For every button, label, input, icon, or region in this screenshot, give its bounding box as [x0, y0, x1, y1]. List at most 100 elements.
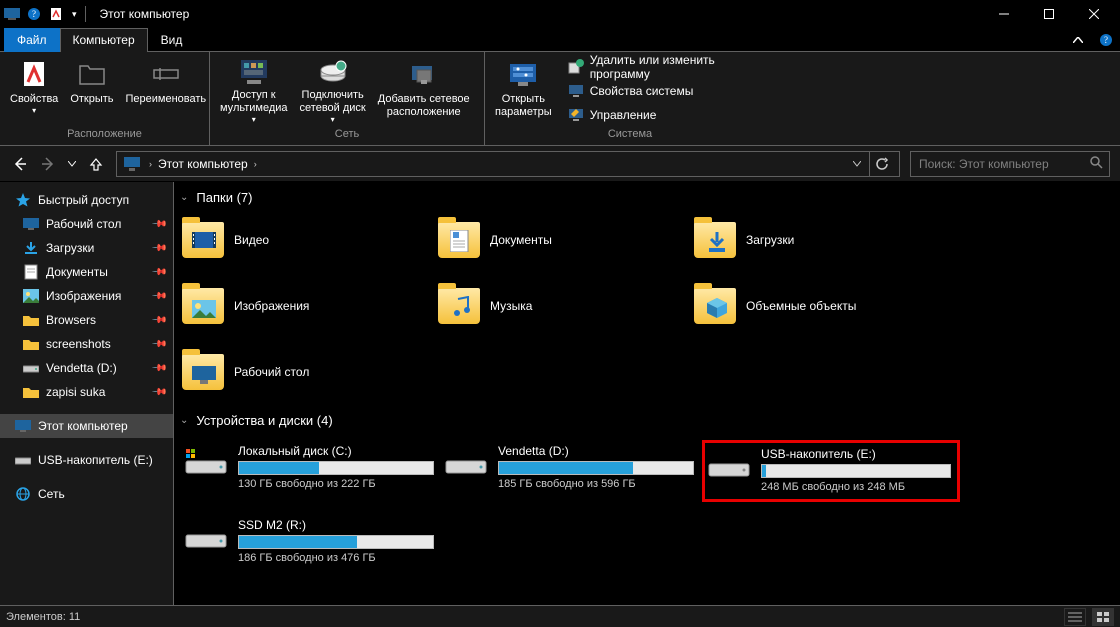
collapse-ribbon-button[interactable] [1064, 28, 1092, 52]
sidebar-vendetta[interactable]: Vendetta (D:)📌 [0, 356, 173, 380]
fill-c [239, 462, 319, 474]
window-title: Этот компьютер [100, 7, 190, 21]
view-details-button[interactable] [1064, 608, 1086, 626]
folder-music[interactable]: Музыка [438, 283, 688, 329]
media-icon [239, 58, 269, 86]
collapse-chevron-icon: ⌄ [180, 415, 188, 426]
music-folder-icon [438, 288, 480, 324]
open-settings-button[interactable]: Открыть параметры [489, 54, 558, 128]
pin-icon: 📌 [150, 360, 167, 377]
this-pc-icon [123, 155, 141, 173]
downloads-folder-icon [694, 222, 736, 258]
drive-d[interactable]: Vendetta (D:) 185 ГБ свободно из 596 ГБ [442, 440, 700, 502]
group-network-title: Сеть [214, 128, 480, 143]
media-access-button[interactable]: Доступ к мультимедиа ▾ [214, 54, 294, 128]
pictures-folder-icon [182, 288, 224, 324]
drives-group-header[interactable]: ⌄ Устройства и диски (4) [174, 405, 1120, 436]
ssd-drive-icon [184, 518, 228, 554]
this-pc-icon [14, 417, 32, 435]
system-props-link[interactable]: Свойства системы [564, 80, 765, 102]
nav-up-button[interactable] [86, 154, 106, 174]
pin-icon: 📌 [150, 240, 167, 257]
map-drive-icon [318, 58, 348, 86]
folder-downloads[interactable]: Загрузки [694, 217, 944, 263]
app-icon [4, 6, 20, 22]
help-button[interactable]: ? [1092, 28, 1120, 52]
folder-desktop[interactable]: Рабочий стол [182, 349, 432, 395]
refresh-button[interactable] [869, 152, 893, 176]
capacity-bar [761, 464, 951, 478]
minimize-button[interactable] [981, 1, 1026, 27]
quick-access-icon [14, 191, 32, 209]
pin-icon: 📌 [150, 216, 167, 233]
tab-file[interactable]: Файл [4, 28, 60, 52]
pin-icon: 📌 [150, 384, 167, 401]
sidebar-browsers[interactable]: Browsers📌 [0, 308, 173, 332]
capacity-bar [498, 461, 694, 475]
pin-icon: 📌 [150, 336, 167, 353]
maximize-button[interactable] [1026, 1, 1071, 27]
manage-icon [568, 107, 584, 123]
nav-forward-button[interactable] [38, 154, 58, 174]
uninstall-program-link[interactable]: Удалить или изменить программу [564, 56, 765, 78]
sidebar-usb[interactable]: USB-накопитель (E:) [0, 448, 173, 472]
sidebar-documents[interactable]: Документы📌 [0, 260, 173, 284]
help-icon[interactable]: ? [26, 6, 42, 22]
videos-folder-icon [182, 222, 224, 258]
sidebar-pictures[interactable]: Изображения📌 [0, 284, 173, 308]
documents-icon [22, 263, 40, 281]
rename-button[interactable]: Переименовать [120, 54, 213, 128]
address-bar[interactable]: › Этот компьютер › [116, 151, 900, 177]
content-pane: ⌄ Папки (7) Видео Документы [174, 182, 1120, 605]
sidebar-downloads[interactable]: Загрузки📌 [0, 236, 173, 260]
ribbon: Свойства ▾ Открыть Переименовать Располо… [0, 52, 1120, 146]
folder-pictures[interactable]: Изображения [182, 283, 432, 329]
sidebar-screenshots[interactable]: screenshots📌 [0, 332, 173, 356]
drive-c[interactable]: Локальный диск (C:) 130 ГБ свободно из 2… [182, 440, 440, 502]
svg-text:?: ? [1104, 35, 1108, 45]
search-box[interactable] [910, 151, 1110, 177]
desktop-folder-icon [182, 354, 224, 390]
folder-icon [22, 311, 40, 329]
tab-computer[interactable]: Компьютер [60, 28, 148, 52]
rename-icon [152, 58, 180, 90]
nav-recent-dropdown[interactable] [66, 154, 78, 174]
open-folder-icon [78, 58, 106, 90]
sidebar-network[interactable]: Сеть [0, 482, 173, 506]
titlebar: ? ▾ Этот компьютер [0, 0, 1120, 28]
breadcrumb-chevron-icon[interactable]: › [254, 159, 257, 169]
manage-link[interactable]: Управление [564, 104, 765, 126]
tab-view[interactable]: Вид [148, 28, 196, 52]
nav-back-button[interactable] [10, 154, 30, 174]
drive-icon [22, 359, 40, 377]
properties-button[interactable]: Свойства ▾ [4, 54, 64, 128]
view-tiles-button[interactable] [1092, 608, 1114, 626]
close-button[interactable] [1071, 1, 1116, 27]
sidebar-zapisi[interactable]: zapisi suka📌 [0, 380, 173, 404]
sidebar-quick-access[interactable]: Быстрый доступ [0, 188, 173, 212]
folder-documents[interactable]: Документы [438, 217, 688, 263]
folder-videos[interactable]: Видео [182, 217, 432, 263]
root-chevron-icon[interactable]: › [149, 159, 152, 169]
search-input[interactable] [917, 156, 1089, 172]
sidebar-this-pc[interactable]: Этот компьютер [0, 414, 173, 438]
status-bar: Элементов: 11 [0, 605, 1120, 627]
breadcrumb-this-pc[interactable]: Этот компьютер [158, 157, 248, 171]
search-icon [1089, 155, 1103, 172]
qat-dropdown[interactable]: ▾ [72, 9, 77, 20]
folders-group-header[interactable]: ⌄ Папки (7) [174, 182, 1120, 213]
folder-3d-objects[interactable]: Объемные объекты [694, 283, 944, 329]
add-net-location-button[interactable]: Добавить сетевое расположение [372, 54, 476, 128]
settings-icon [508, 58, 538, 90]
drive-r[interactable]: SSD M2 (R:) 186 ГБ свободно из 476 ГБ [182, 514, 440, 570]
open-button[interactable]: Открыть [64, 54, 119, 128]
pin-icon: 📌 [150, 312, 167, 329]
address-history-dropdown[interactable] [845, 152, 869, 176]
os-drive-icon [184, 444, 228, 480]
sidebar-desktop[interactable]: Рабочий стол📌 [0, 212, 173, 236]
drive-e[interactable]: USB-накопитель (E:) 248 МБ свободно из 2… [702, 440, 960, 502]
hdd-drive-icon [444, 444, 488, 480]
map-drive-button[interactable]: Подключить сетевой диск ▾ [294, 54, 372, 128]
qat-properties-icon[interactable] [48, 6, 64, 22]
collapse-chevron-icon: ⌄ [180, 192, 188, 203]
